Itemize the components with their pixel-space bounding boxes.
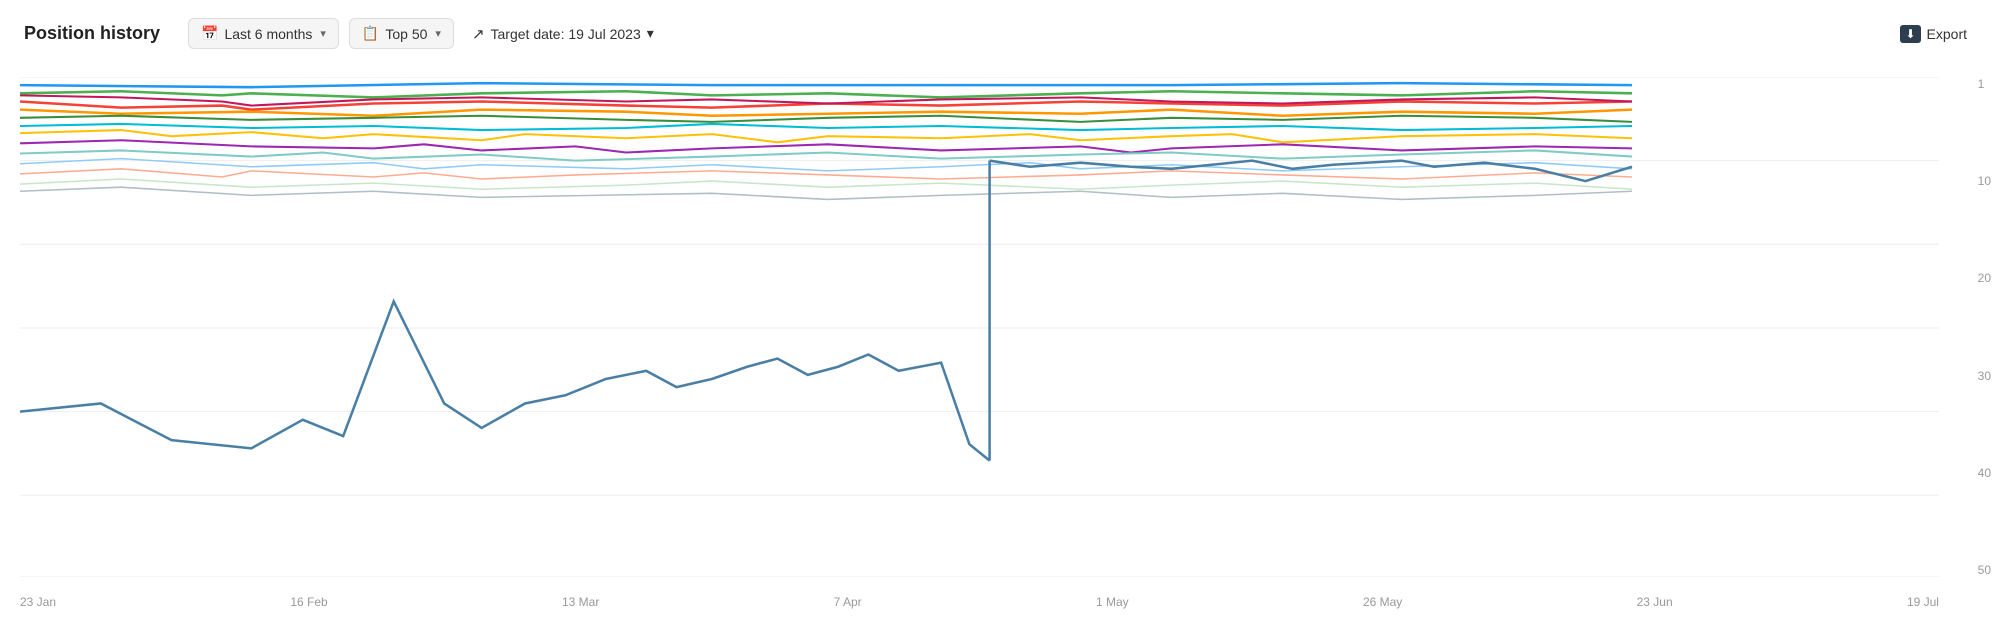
top-label: Top 50 [385, 26, 427, 42]
x-label-may26: 26 May [1363, 595, 1402, 609]
target-date-label: Target date: 19 Jul 2023 [491, 26, 641, 42]
x-label-may1: 1 May [1096, 595, 1129, 609]
export-label: Export [1927, 26, 1967, 42]
x-label-jul19: 19 Jul [1907, 595, 1939, 609]
position-history-chart [20, 77, 1939, 577]
calendar-icon: 📅 [201, 25, 218, 42]
y-label-50: 50 [1978, 563, 1991, 577]
period-label: Last 6 months [224, 26, 312, 42]
y-label-1: 1 [1978, 77, 1991, 91]
target-date-button[interactable]: ↗ Target date: 19 Jul 2023 ▾ [464, 19, 662, 49]
x-label-jan23: 23 Jan [20, 595, 56, 609]
y-label-40: 40 [1978, 466, 1991, 480]
x-label-apr7: 7 Apr [834, 595, 862, 609]
y-axis-labels: 1 10 20 30 40 50 [1978, 77, 1991, 577]
chevron-down-icon-3: ▾ [647, 25, 654, 42]
list-icon: 📋 [362, 25, 379, 42]
export-button[interactable]: ⬇ Export [1892, 19, 1975, 49]
top-filter-button[interactable]: 📋 Top 50 ▾ [349, 18, 454, 49]
period-filter-button[interactable]: 📅 Last 6 months ▾ [188, 18, 339, 49]
x-label-jun23: 23 Jun [1637, 595, 1673, 609]
x-label-mar13: 13 Mar [562, 595, 599, 609]
main-container: Position history 📅 Last 6 months ▾ 📋 Top… [0, 0, 1999, 599]
toolbar: Position history 📅 Last 6 months ▾ 📋 Top… [0, 0, 1999, 67]
x-label-feb16: 16 Feb [290, 595, 327, 609]
y-label-10: 10 [1978, 174, 1991, 188]
trend-icon: ↗ [472, 25, 485, 43]
chevron-down-icon-2: ▾ [435, 27, 441, 40]
export-icon: ⬇ [1900, 25, 1920, 43]
y-label-30: 30 [1978, 369, 1991, 383]
page-title: Position history [24, 23, 160, 44]
chart-area: 1 10 20 30 40 50 23 Jan 16 Feb 13 Mar 7 … [0, 67, 1999, 617]
x-axis-labels: 23 Jan 16 Feb 13 Mar 7 Apr 1 May 26 May … [20, 595, 1939, 609]
chevron-down-icon: ▾ [320, 27, 326, 40]
y-label-20: 20 [1978, 271, 1991, 285]
